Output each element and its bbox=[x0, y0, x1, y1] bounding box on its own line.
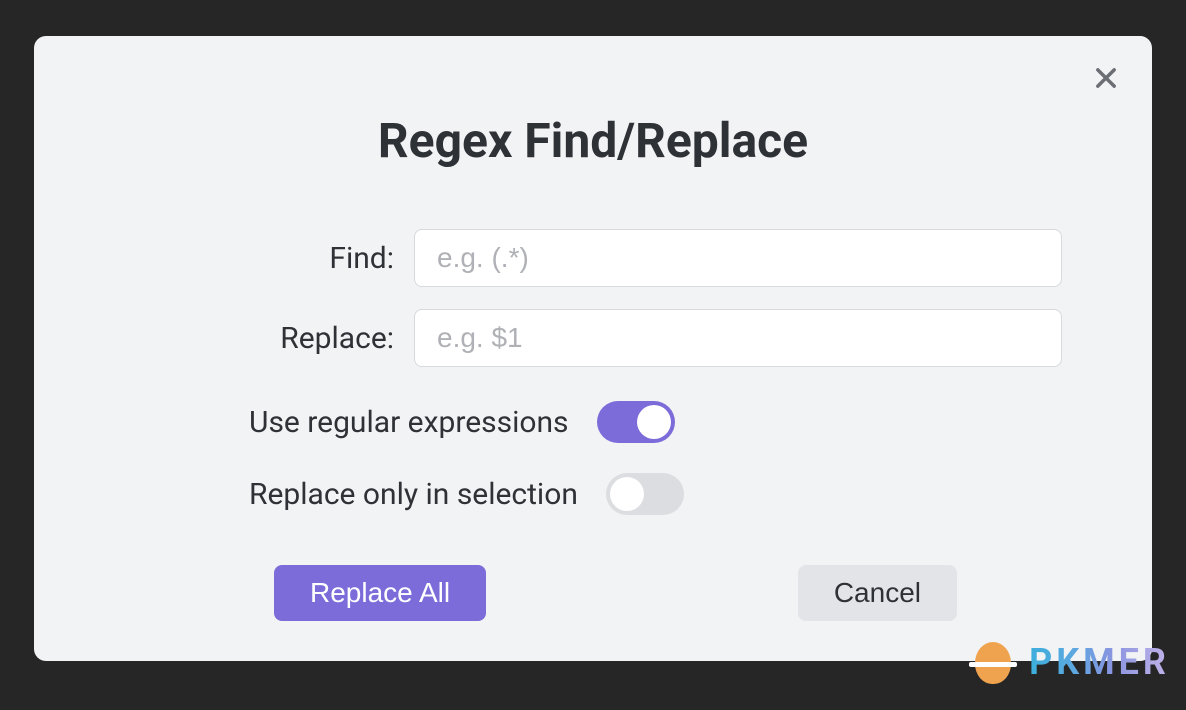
find-replace-dialog: Regex Find/Replace Find: Replace: Use re… bbox=[34, 36, 1152, 661]
close-icon bbox=[1092, 64, 1120, 92]
selection-only-row: Replace only in selection bbox=[74, 473, 1112, 515]
use-regex-row: Use regular expressions bbox=[74, 401, 1112, 443]
cancel-button[interactable]: Cancel bbox=[798, 565, 957, 621]
form-rows: Find: Replace: bbox=[74, 229, 1112, 367]
watermark-text: PKMER bbox=[1029, 641, 1170, 683]
replace-input[interactable] bbox=[414, 309, 1062, 367]
toggle-knob bbox=[610, 477, 644, 511]
dialog-title: Regex Find/Replace bbox=[74, 112, 1112, 169]
selection-only-toggle[interactable] bbox=[606, 473, 684, 515]
replace-label: Replace: bbox=[124, 321, 394, 356]
selection-only-label: Replace only in selection bbox=[249, 477, 578, 512]
replace-all-button[interactable]: Replace All bbox=[274, 565, 486, 621]
watermark: PKMER bbox=[969, 638, 1170, 686]
replace-row: Replace: bbox=[124, 309, 1062, 367]
use-regex-label: Use regular expressions bbox=[249, 405, 569, 440]
toggle-rows: Use regular expressions Replace only in … bbox=[74, 401, 1112, 515]
toggle-knob bbox=[637, 405, 671, 439]
button-row: Replace All Cancel bbox=[74, 565, 1112, 621]
find-label: Find: bbox=[124, 241, 394, 276]
find-row: Find: bbox=[124, 229, 1062, 287]
watermark-logo-icon bbox=[969, 638, 1017, 686]
find-input[interactable] bbox=[414, 229, 1062, 287]
use-regex-toggle[interactable] bbox=[597, 401, 675, 443]
close-button[interactable] bbox=[1086, 58, 1126, 98]
